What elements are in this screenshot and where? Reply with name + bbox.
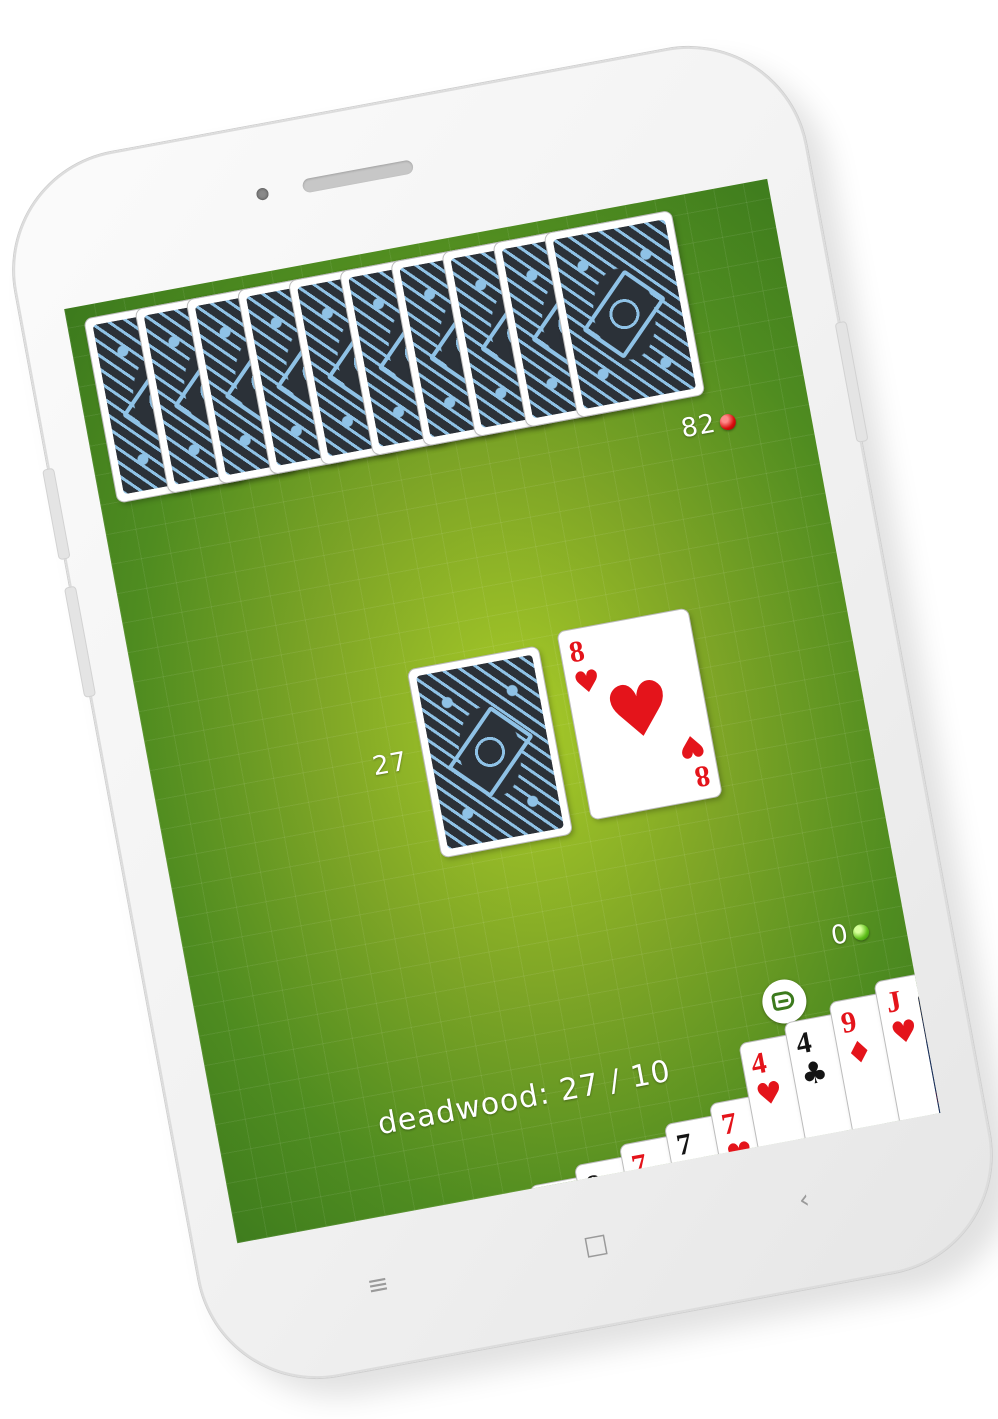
opponent-score: 82 bbox=[678, 405, 739, 445]
earpiece-speaker bbox=[301, 159, 415, 194]
red-dot-icon bbox=[718, 412, 738, 431]
opponent-score-value: 82 bbox=[678, 408, 719, 445]
power-button bbox=[42, 467, 71, 561]
player-score-value: 0 bbox=[828, 918, 852, 952]
card-suit-bottom: ♥ bbox=[675, 725, 709, 766]
stock-pile[interactable] bbox=[407, 646, 573, 858]
menu-icon[interactable]: ≡ bbox=[365, 1269, 392, 1302]
green-dot-icon bbox=[851, 922, 870, 942]
volume-down-button bbox=[63, 585, 97, 698]
phone-device: 82 27 8 ♥ ♥ ♥ 8 0 deadwood: 27 / 10 8 ♦ bbox=[0, 27, 998, 1398]
game-screen: 82 27 8 ♥ ♥ ♥ 8 0 deadwood: 27 / 10 8 ♦ bbox=[64, 178, 941, 1244]
card-rank: 8 bbox=[566, 634, 588, 670]
volume-up-button bbox=[834, 320, 869, 443]
stock-count: 27 bbox=[370, 746, 411, 783]
card-rank-bottom: 8 bbox=[692, 758, 713, 794]
deadwood-label: deadwood: 27 / 10 bbox=[374, 1053, 674, 1143]
jack-face-art bbox=[917, 980, 941, 1133]
home-icon[interactable]: □ bbox=[581, 1228, 611, 1262]
player-score: 0 bbox=[828, 915, 871, 952]
front-camera bbox=[255, 187, 270, 202]
opponent-hand bbox=[64, 179, 767, 503]
back-icon[interactable]: ‹ bbox=[796, 1185, 812, 1216]
discard-pile-card[interactable]: 8 ♥ ♥ ♥ 8 bbox=[557, 608, 722, 820]
